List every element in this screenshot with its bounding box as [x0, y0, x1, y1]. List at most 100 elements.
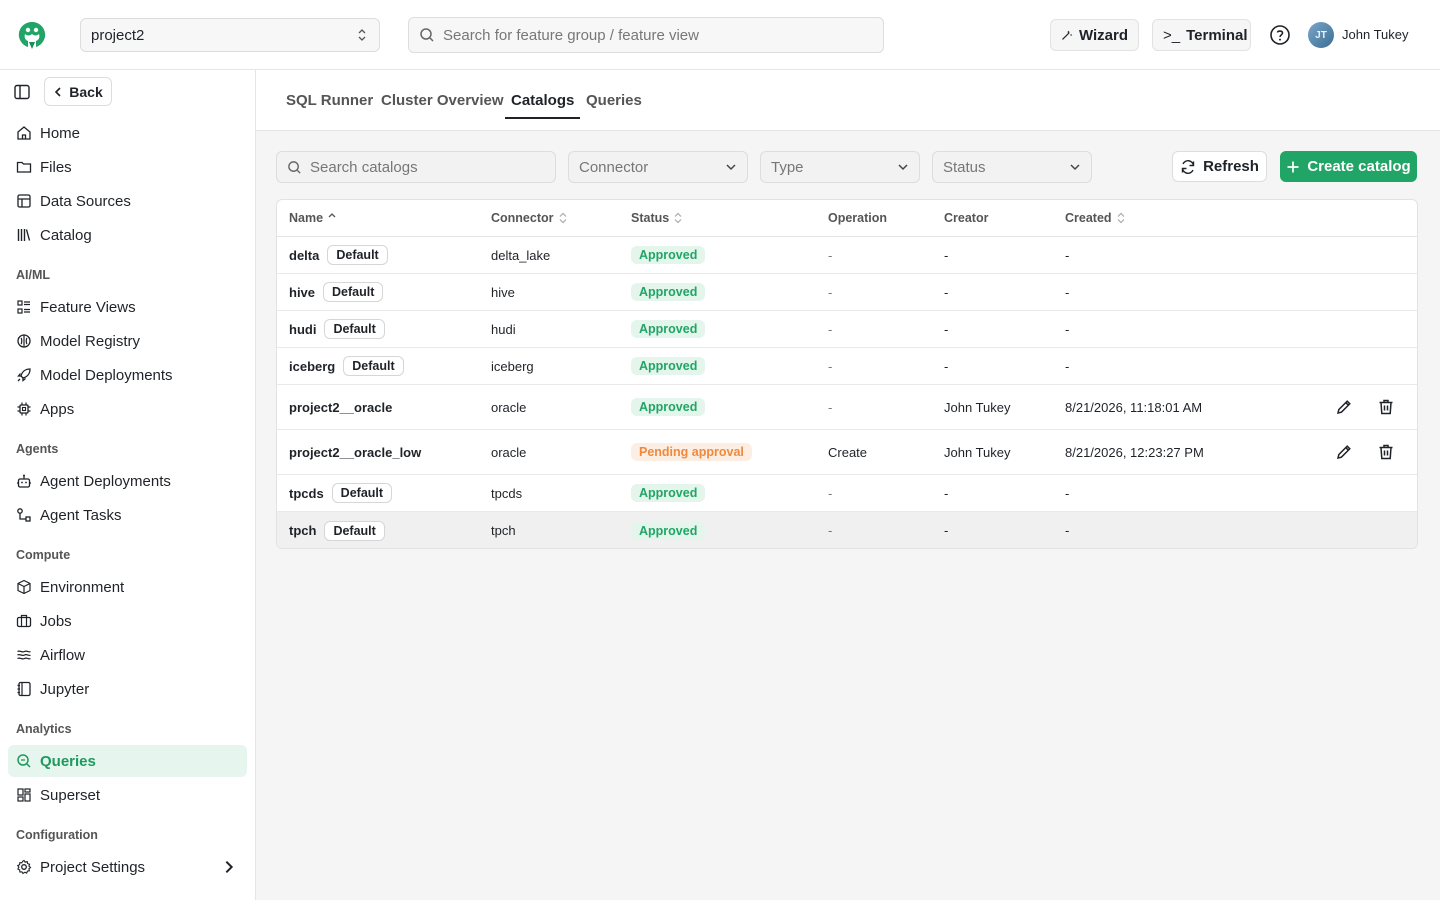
catalog-name-cell: hudi Default	[289, 311, 385, 347]
catalog-name-cell: hive Default	[289, 274, 384, 310]
created-cell: -	[1065, 523, 1070, 538]
sidebar-item-data-sources[interactable]: Data Sources	[8, 185, 247, 217]
status-cell: Approved	[631, 385, 706, 429]
connector-filter[interactable]: Connector	[568, 151, 748, 183]
avatar[interactable]: JT	[1308, 22, 1334, 48]
default-badge: Default	[331, 483, 393, 503]
section-analytics: Analytics	[16, 722, 72, 736]
sidebar-item-environment[interactable]: Environment	[8, 571, 247, 603]
sidebar-item-airflow[interactable]: Airflow	[8, 639, 247, 671]
main-content: SQL Runner Cluster Overview Catalogs Que…	[256, 70, 1440, 900]
sidebar-item-queries[interactable]: Queries	[8, 745, 247, 777]
tab-cluster-overview[interactable]: Cluster Overview	[381, 92, 504, 118]
sort-icon	[559, 212, 566, 224]
avatar-initials: JT	[1315, 29, 1327, 41]
connector-cell: tpcds	[491, 485, 523, 501]
terminal-button[interactable]: >_ Terminal	[1152, 19, 1251, 51]
catalog-name: tpcds	[289, 485, 324, 501]
sidebar-item-model-deployments[interactable]: Model Deployments	[8, 359, 247, 391]
wizard-button[interactable]: Wizard	[1050, 19, 1139, 51]
notebook-icon	[17, 681, 31, 697]
connector-cell: hive	[491, 284, 515, 300]
chevron-left-icon	[55, 86, 61, 97]
table-row[interactable]: hudi Default hudi Approved - - -	[277, 311, 1417, 348]
refresh-button[interactable]: Refresh	[1172, 151, 1267, 182]
plus-icon	[1287, 161, 1299, 172]
status-badge: Pending approval	[631, 443, 752, 461]
sidebar-item-jupyter[interactable]: Jupyter	[8, 673, 247, 705]
sidebar-item-superset[interactable]: Superset	[8, 779, 247, 811]
sidebar-item-home[interactable]: Home	[8, 117, 247, 149]
sidebar-item-catalog[interactable]: Catalog	[8, 219, 247, 251]
sidebar-item-label: Jobs	[40, 612, 72, 630]
catalog-search-input[interactable]: Search catalogs	[276, 151, 556, 183]
sidebar-item-label: Agent Deployments	[40, 472, 171, 490]
column-header-connector[interactable]: Connector	[491, 211, 567, 225]
gear-icon	[16, 859, 32, 875]
creator-cell: -	[944, 485, 949, 501]
table-row[interactable]: project2__oracle oracle Approved - John …	[277, 385, 1417, 430]
status-cell: Approved	[631, 512, 706, 548]
status-cell: Approved	[631, 274, 706, 310]
user-name[interactable]: John Tukey	[1342, 27, 1409, 42]
section-aiml: AI/ML	[16, 268, 51, 282]
type-filter[interactable]: Type	[760, 151, 920, 183]
terminal-label: Terminal	[1186, 26, 1248, 44]
catalog-name: hudi	[289, 321, 317, 337]
help-icon[interactable]	[1269, 24, 1291, 46]
table-row[interactable]: delta Default delta_lake Approved - - -	[277, 237, 1417, 274]
table-row[interactable]: project2__oracle_low oracle Pending appr…	[277, 430, 1417, 475]
sidebar-item-model-registry[interactable]: Model Registry	[8, 325, 247, 357]
status-cell: Approved	[631, 237, 706, 273]
project-selector[interactable]: project2	[80, 18, 380, 52]
tab-sql-runner[interactable]: SQL Runner	[286, 92, 373, 118]
column-header-name[interactable]: Name	[289, 211, 336, 225]
operation-cell: -	[828, 358, 833, 374]
column-header-status[interactable]: Status	[631, 211, 682, 225]
sidebar-item-project-settings[interactable]: Project Settings	[8, 851, 247, 883]
brain-icon	[17, 334, 31, 348]
edit-icon[interactable]	[1334, 442, 1354, 462]
status-filter[interactable]: Status	[932, 151, 1092, 183]
sidebar-item-feature-views[interactable]: Feature Views	[8, 291, 247, 323]
sort-icon	[674, 212, 682, 224]
table-row[interactable]: tpcds Default tpcds Approved - - -	[277, 475, 1417, 512]
trash-icon[interactable]	[1376, 442, 1396, 462]
sidebar-item-label: Feature Views	[40, 298, 136, 316]
edit-icon[interactable]	[1334, 397, 1354, 417]
sidebar-item-files[interactable]: Files	[8, 151, 247, 183]
column-header-created[interactable]: Created	[1065, 211, 1125, 225]
hopsworks-logo-icon[interactable]	[16, 20, 48, 50]
sidebar-item-agent-deployments[interactable]: Agent Deployments	[8, 465, 247, 497]
catalog-name-cell: delta Default	[289, 237, 388, 273]
tab-catalogs[interactable]: Catalogs	[505, 92, 581, 119]
sidebar-item-apps[interactable]: Apps	[8, 393, 247, 425]
status-badge: Approved	[631, 398, 706, 416]
status-cell: Approved	[631, 475, 706, 511]
connector-cell: oracle	[491, 399, 527, 415]
chevron-down-icon	[1070, 164, 1080, 171]
table-row[interactable]: hive Default hive Approved - - -	[277, 274, 1417, 311]
created-cell: -	[1065, 284, 1070, 300]
table-row[interactable]: iceberg Default iceberg Approved - - -	[277, 348, 1417, 385]
briefcase-icon	[16, 614, 32, 628]
back-button[interactable]: Back	[44, 77, 112, 106]
trash-icon[interactable]	[1376, 397, 1396, 417]
operation-cell: -	[828, 485, 833, 501]
created-cell: -	[1065, 358, 1070, 374]
global-search-input[interactable]: Search for feature group / feature view	[408, 17, 884, 53]
refresh-icon	[1181, 159, 1195, 174]
sort-icon	[1117, 212, 1124, 224]
catalog-name: delta	[289, 247, 320, 263]
status-cell: Approved	[631, 311, 706, 347]
creator-cell: -	[944, 523, 949, 538]
type-filter-label: Type	[771, 158, 804, 176]
table-row[interactable]: tpch Default tpch Approved - - -	[277, 512, 1417, 548]
create-catalog-button[interactable]: Create catalog	[1280, 151, 1417, 182]
sidebar-item-agent-tasks[interactable]: Agent Tasks	[8, 499, 247, 531]
sidebar-item-jobs[interactable]: Jobs	[8, 605, 247, 637]
tab-queries[interactable]: Queries	[586, 92, 642, 118]
sidebar-item-label: Catalog	[40, 226, 92, 244]
sidebar-toggle-icon[interactable]	[13, 83, 31, 101]
operation-cell: Create	[828, 444, 868, 460]
